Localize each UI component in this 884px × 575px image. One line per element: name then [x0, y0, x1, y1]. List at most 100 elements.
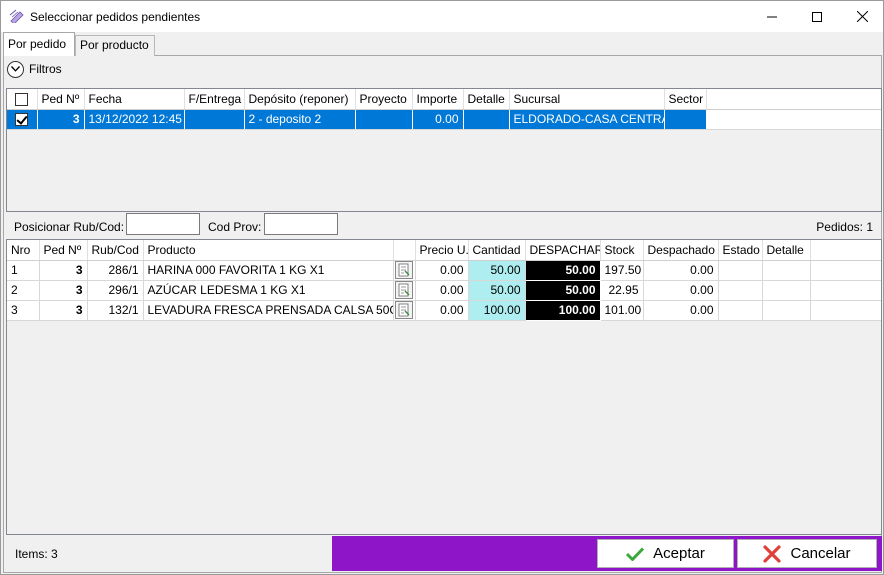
cell-importe: 0.00 [412, 109, 464, 130]
cell-detalle [762, 280, 811, 301]
cancel-label: Cancelar [790, 545, 851, 562]
cell-producto: LEVADURA FRESCA PRENSADA CALSA 50G. X1 [143, 300, 394, 321]
cell-fecha: 13/12/2022 12:45 [84, 109, 185, 130]
cell-producto: AZÚCAR LEDESMA 1 KG X1 [143, 280, 394, 301]
minimize-button[interactable] [749, 1, 795, 32]
cell-despachar[interactable]: 50.00 [524, 259, 601, 281]
column-header-deposito[interactable]: Depósito (reponer) [244, 89, 356, 110]
item-row[interactable]: 2 3 296/1 AZÚCAR LEDESMA 1 KG X1 0.00 50… [7, 279, 881, 301]
items-grid: Nro Ped Nº Rub/Cod Producto Precio U. Ca… [6, 239, 882, 535]
cancel-x-icon [763, 544, 782, 563]
tab-por-pedido[interactable]: Por pedido [3, 32, 75, 56]
column-header-despachado[interactable]: Despachado [643, 240, 719, 261]
row-checkbox[interactable] [15, 113, 29, 127]
item-row[interactable]: 1 3 286/1 HARINA 000 FAVORITA 1 KG X1 0.… [7, 259, 881, 281]
filters-toggle[interactable]: Filtros [7, 60, 62, 78]
column-header-proyecto[interactable]: Proyecto [355, 89, 413, 110]
minimize-icon [767, 16, 777, 17]
cell-detail-button[interactable] [393, 300, 416, 321]
cell-cantidad: 100.00 [468, 300, 526, 321]
column-header-producto[interactable]: Producto [143, 240, 394, 261]
cancel-button[interactable]: Cancelar [737, 539, 877, 568]
codprov-input[interactable] [264, 213, 338, 235]
column-header-ped[interactable]: Ped Nº [37, 89, 85, 110]
row-checkbox-cell[interactable] [7, 109, 38, 130]
column-header-precio[interactable]: Precio U. [415, 240, 469, 261]
pen-icon [9, 9, 24, 23]
window-title: Seleccionar pedidos pendientes [30, 10, 201, 24]
cell-detail-button[interactable] [393, 260, 416, 281]
document-icon[interactable] [394, 261, 413, 279]
column-header-ped[interactable]: Ped Nº [39, 240, 88, 261]
column-header-estado[interactable]: Estado [718, 240, 763, 261]
column-header-detalle[interactable]: Detalle [463, 89, 510, 110]
column-header-detalle[interactable]: Detalle [762, 240, 811, 261]
cell-rubcod: 132/1 [87, 300, 144, 321]
maximize-button[interactable] [794, 1, 840, 32]
cell-ped: 3 [39, 280, 88, 301]
column-header-nro[interactable]: Nro [7, 240, 40, 261]
cell-despachar[interactable]: 100.00 [524, 299, 601, 321]
accept-label: Aceptar [653, 545, 705, 562]
column-header-filler [706, 89, 881, 110]
cell-precio: 0.00 [415, 280, 469, 301]
rubcod-label: Posicionar Rub/Cod: [14, 220, 125, 234]
cell-despachado: 0.00 [643, 300, 719, 321]
filters-label: Filtros [29, 62, 62, 76]
document-icon[interactable] [394, 281, 413, 299]
cell-filler [810, 280, 881, 301]
select-all-header[interactable] [7, 89, 38, 110]
cell-deposito: 2 - deposito 2 [244, 109, 356, 130]
cell-ped: 3 [37, 109, 85, 130]
action-bar: Aceptar Cancelar [332, 536, 882, 571]
order-row[interactable]: 3 13/12/2022 12:45 2 - deposito 2 0.00 E… [7, 109, 881, 130]
rubcod-input[interactable] [126, 213, 200, 235]
cell-precio: 0.00 [415, 300, 469, 321]
column-header-fecha[interactable]: Fecha [84, 89, 185, 110]
cell-stock: 22.95 [600, 280, 644, 301]
column-header-stock[interactable]: Stock [600, 240, 644, 261]
cell-cantidad: 50.00 [468, 260, 526, 281]
codprov-label: Cod Prov: [208, 220, 262, 234]
cell-filler [810, 260, 881, 281]
cell-ped: 3 [39, 260, 88, 281]
column-header-filler [810, 240, 881, 261]
dialog-window: Seleccionar pedidos pendientes Por pedid… [0, 0, 884, 575]
column-header-despachar[interactable]: DESPACHAR [525, 240, 601, 261]
accept-button[interactable]: Aceptar [597, 539, 734, 568]
cell-rubcod: 286/1 [87, 260, 144, 281]
cell-despachado: 0.00 [643, 280, 719, 301]
cell-nro: 2 [7, 280, 40, 301]
cell-detail-button[interactable] [393, 280, 416, 301]
cell-despachado: 0.00 [643, 260, 719, 281]
column-header-rubcod[interactable]: Rub/Cod [87, 240, 144, 261]
cell-filler [810, 300, 881, 321]
cell-nro: 3 [7, 300, 40, 321]
cell-estado [718, 260, 763, 281]
footer-bar: Items: 3 Aceptar Cancelar [6, 536, 882, 571]
column-header-cantidad[interactable]: Cantidad [468, 240, 526, 261]
cell-sector [664, 109, 707, 130]
pedidos-count: Pedidos: 1 [816, 220, 873, 234]
select-all-checkbox[interactable] [15, 92, 29, 106]
cell-detalle [762, 260, 811, 281]
position-bar: Posicionar Rub/Cod: Cod Prov: Pedidos: 1 [6, 213, 882, 238]
cell-nro: 1 [7, 260, 40, 281]
cell-rubcod: 296/1 [87, 280, 144, 301]
close-icon [856, 11, 868, 22]
column-header-sucursal[interactable]: Sucursal [509, 89, 665, 110]
cell-despachar[interactable]: 50.00 [524, 279, 601, 301]
tab-por-producto[interactable]: Por producto [75, 35, 155, 56]
column-header-entrega[interactable]: F/Entrega [184, 89, 245, 110]
cell-filler [706, 109, 881, 130]
close-button[interactable] [839, 1, 884, 32]
cell-detalle [463, 109, 510, 130]
column-header-sector[interactable]: Sector [664, 89, 707, 110]
title-bar: Seleccionar pedidos pendientes [1, 1, 883, 32]
item-row[interactable]: 3 3 132/1 LEVADURA FRESCA PRENSADA CALSA… [7, 299, 881, 321]
column-header-importe[interactable]: Importe [412, 89, 464, 110]
cell-detalle [762, 300, 811, 321]
cell-stock: 197.50 [600, 260, 644, 281]
cell-ped: 3 [39, 300, 88, 321]
document-icon[interactable] [394, 301, 413, 319]
